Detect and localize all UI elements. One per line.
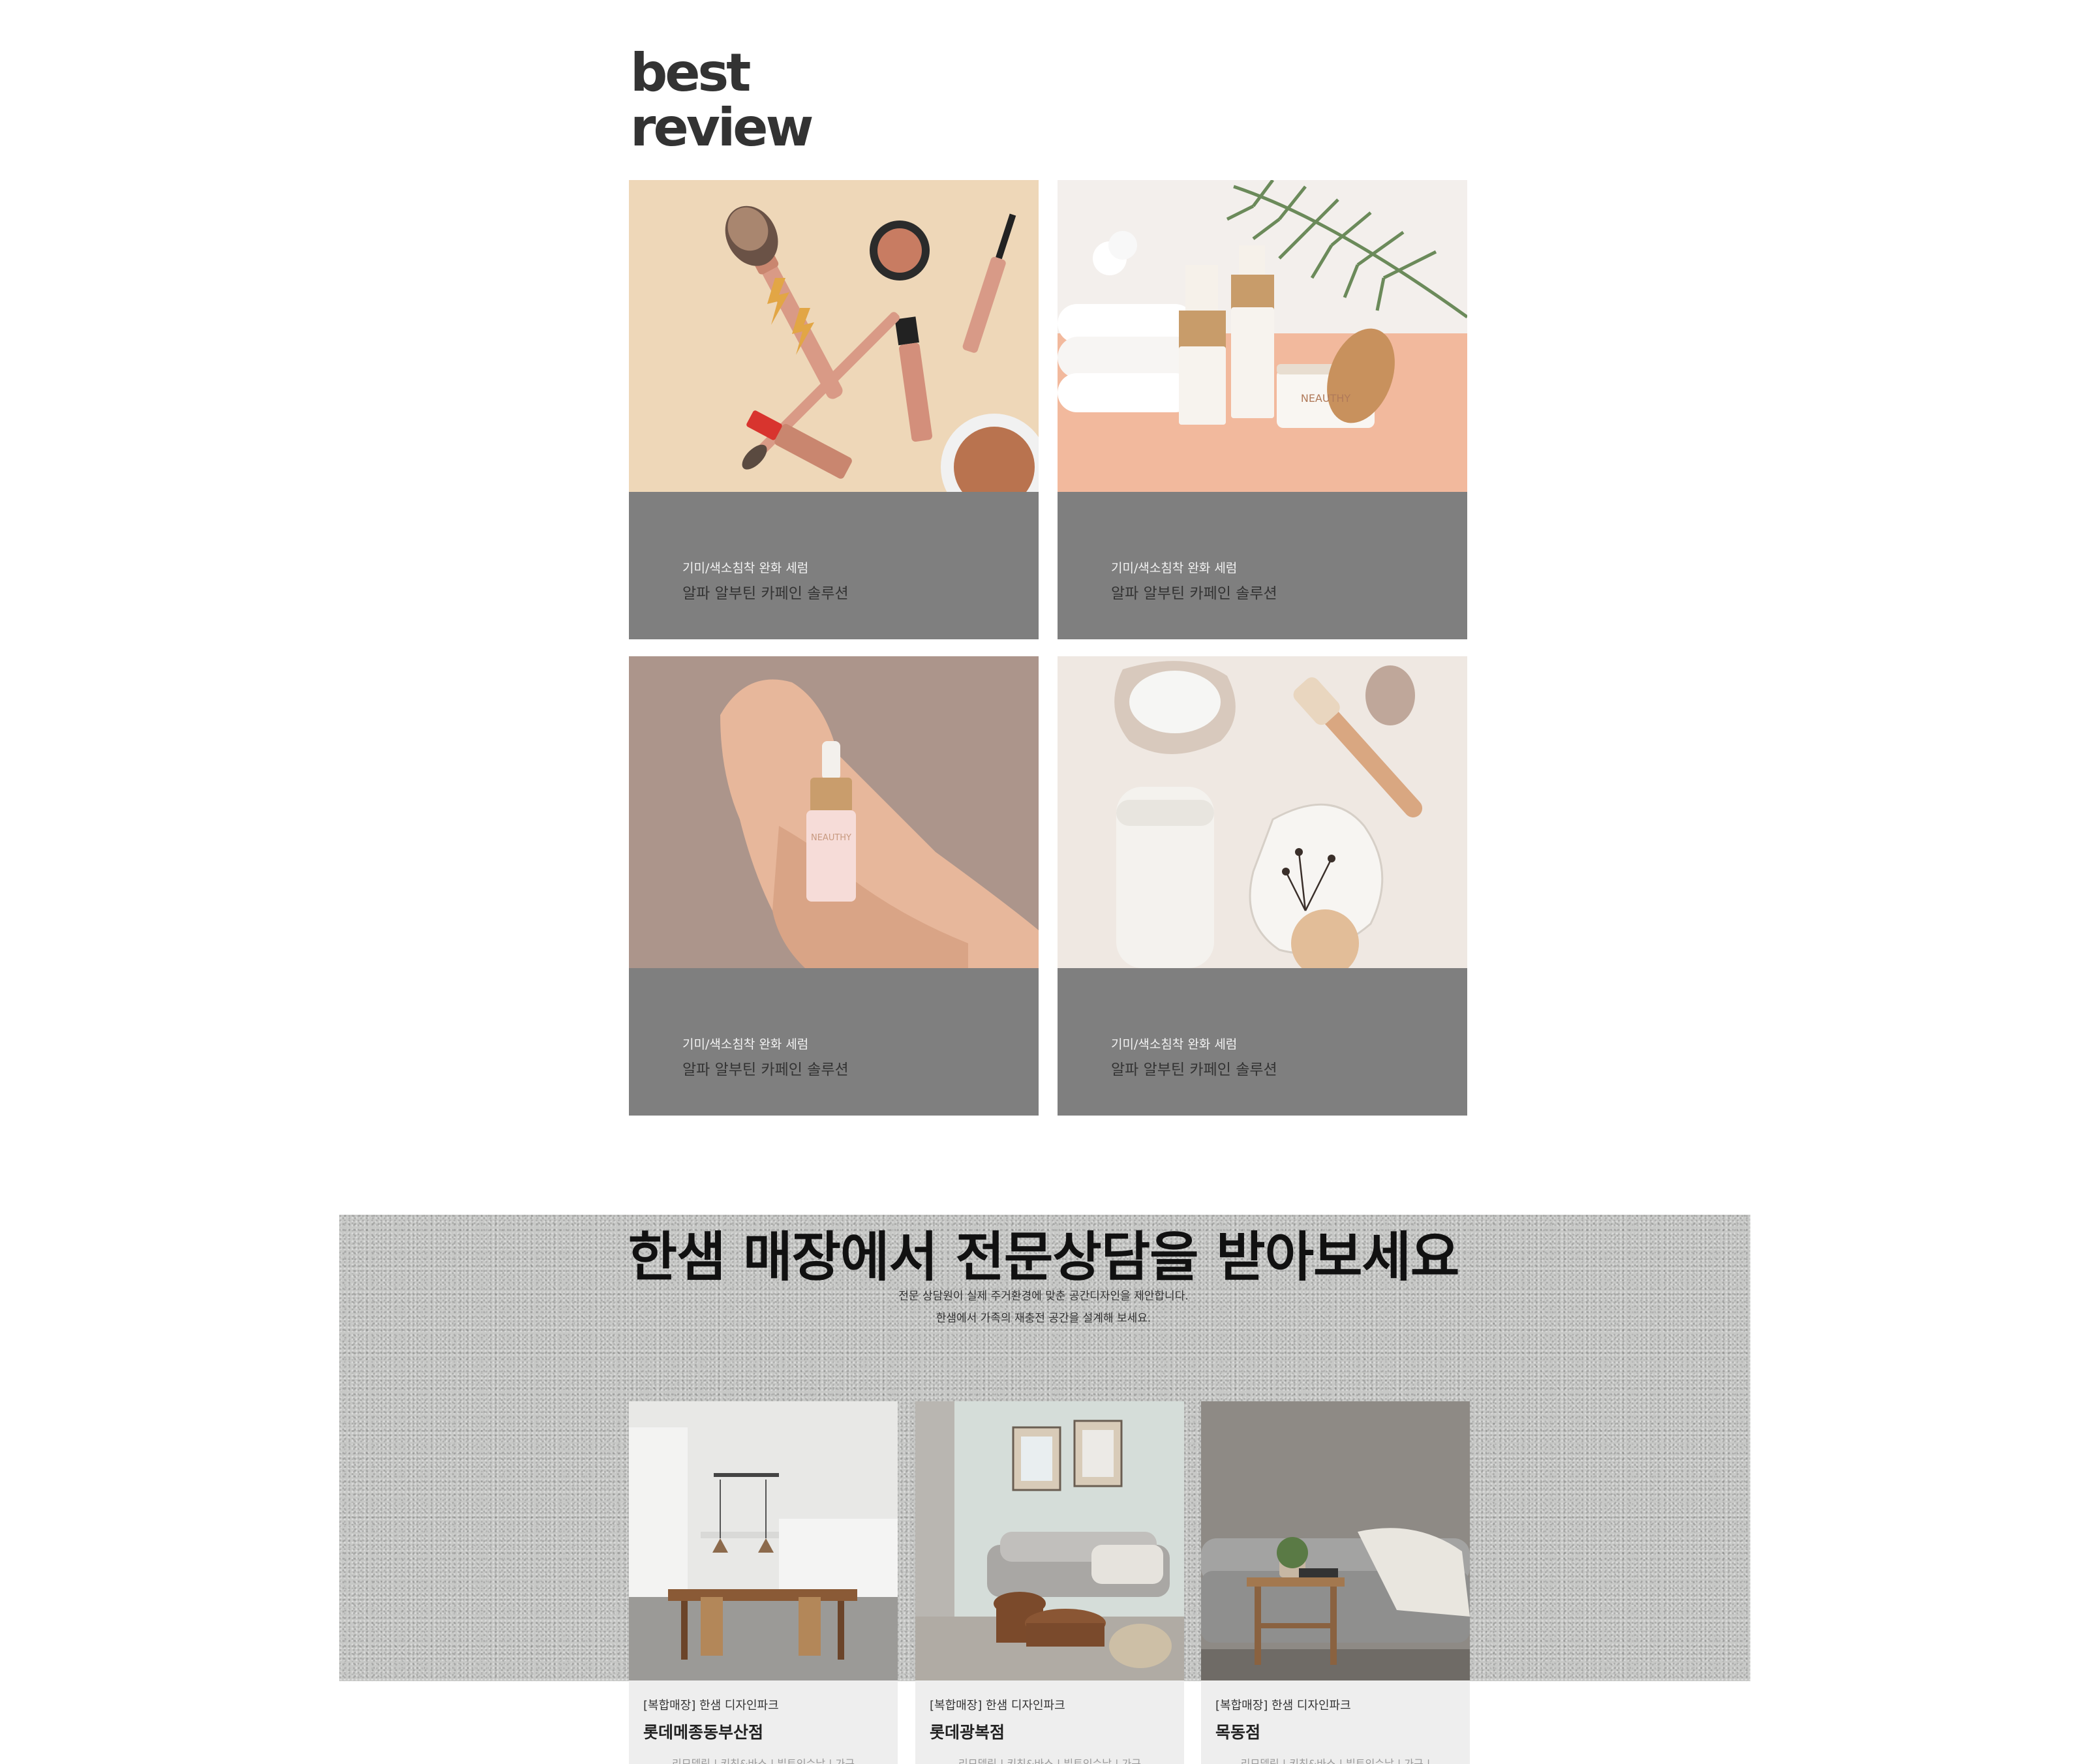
sofa-interior-image	[1201, 1401, 1470, 1680]
review-caption: 기미/색소침착 완화 세럼 알파 알부틴 카페인 솔루션	[629, 968, 1039, 1116]
best-review-title: best review	[630, 42, 814, 158]
review-subtitle: 기미/색소침착 완화 세럼	[682, 1037, 809, 1052]
jar-brand-label: NEAUTHY	[1301, 392, 1351, 404]
review-title: 알파 알부틴 카페인 솔루션	[1111, 585, 1277, 602]
store-name: 롯데광복점	[930, 1723, 1005, 1742]
review-card[interactable]: 기미/색소침착 완화 세럼 알파 알부틴 카페인 솔루션	[1058, 656, 1467, 1116]
store-tag: [복합매장] 한샘 디자인파크	[643, 1699, 779, 1712]
store-services: 리모델링 | 키친&바스 | 빌트인수납 | 가구	[672, 1757, 855, 1764]
store-card[interactable]: [복합매장] 한샘 디자인파크 롯데메종동부산점 리모델링 | 키친&바스 | …	[629, 1401, 898, 1764]
review-title: 알파 알부틴 카페인 솔루션	[682, 1061, 849, 1078]
review-title: 알파 알부틴 카페인 솔루션	[682, 585, 849, 602]
store-tag: [복합매장] 한샘 디자인파크	[930, 1699, 1065, 1712]
review-title: 알파 알부틴 카페인 솔루션	[1111, 1061, 1277, 1078]
best-review-title-line1: best	[630, 42, 751, 103]
store-info: [복합매장] 한샘 디자인파크 목동점 리모델링 | 키친&바스 | 빌트인수납…	[1201, 1680, 1470, 1764]
makeup-products-image	[629, 180, 1039, 492]
bottle-brand-label: NEAUTHY	[811, 833, 851, 843]
hand-holding-serum-image: NEAUTHY	[629, 656, 1039, 968]
review-card[interactable]: NEAUTHY 기미/색소침착 완화 세럼 알파 알부틴 카페인 솔루션	[629, 656, 1039, 1116]
store-info: [복합매장] 한샘 디자인파크 롯데메종동부산점 리모델링 | 키친&바스 | …	[629, 1680, 898, 1764]
best-review-title-line2: review	[630, 97, 814, 158]
store-card[interactable]: [복합매장] 한샘 디자인파크 롯데광복점 리모델링 | 키친&바스 | 빌트인…	[915, 1401, 1184, 1764]
review-caption: 기미/색소침착 완화 세럼 알파 알부틴 카페인 솔루션	[1058, 968, 1467, 1116]
living-room-image	[915, 1401, 1184, 1680]
consult-heading: 한샘 매장에서 전문상담을 받아보세요	[628, 1226, 1460, 1288]
consult-description-line2: 한샘에서 가족의 재충전 공간을 설계해 보세요.	[936, 1312, 1151, 1325]
kitchen-dining-image	[629, 1401, 898, 1680]
review-card[interactable]: NEAUTHY 기미/색소침착 완화 세럼 알파 알부틴 카페인 솔루션	[1058, 180, 1467, 639]
skincare-bottles-image: NEAUTHY	[1058, 180, 1467, 492]
store-services: 리모델링 | 키친&바스 | 빌트인수납 | 가구	[958, 1757, 1141, 1764]
store-name: 롯데메종동부산점	[643, 1723, 764, 1742]
store-name: 목동점	[1215, 1723, 1261, 1742]
review-subtitle: 기미/색소침착 완화 세럼	[1111, 561, 1238, 575]
store-info: [복합매장] 한샘 디자인파크 롯데광복점 리모델링 | 키친&바스 | 빌트인…	[915, 1680, 1184, 1764]
review-caption: 기미/색소침착 완화 세럼 알파 알부틴 카페인 솔루션	[629, 492, 1039, 639]
review-subtitle: 기미/색소침착 완화 세럼	[682, 561, 809, 575]
store-tag: [복합매장] 한샘 디자인파크	[1215, 1699, 1351, 1712]
review-subtitle: 기미/색소침착 완화 세럼	[1111, 1037, 1238, 1052]
consult-description-line1: 전문 상담원이 실제 주거환경에 맞춘 공간디자인을 제안합니다.	[898, 1290, 1189, 1303]
store-services: 리모델링 | 키친&바스 | 빌트인수납 | 가구 |	[1240, 1757, 1431, 1764]
review-caption: 기미/색소침착 완화 세럼 알파 알부틴 카페인 솔루션	[1058, 492, 1467, 639]
bath-items-image	[1058, 656, 1467, 968]
store-card[interactable]: [복합매장] 한샘 디자인파크 목동점 리모델링 | 키친&바스 | 빌트인수납…	[1201, 1401, 1470, 1764]
review-card[interactable]: 기미/색소침착 완화 세럼 알파 알부틴 카페인 솔루션	[629, 180, 1039, 639]
